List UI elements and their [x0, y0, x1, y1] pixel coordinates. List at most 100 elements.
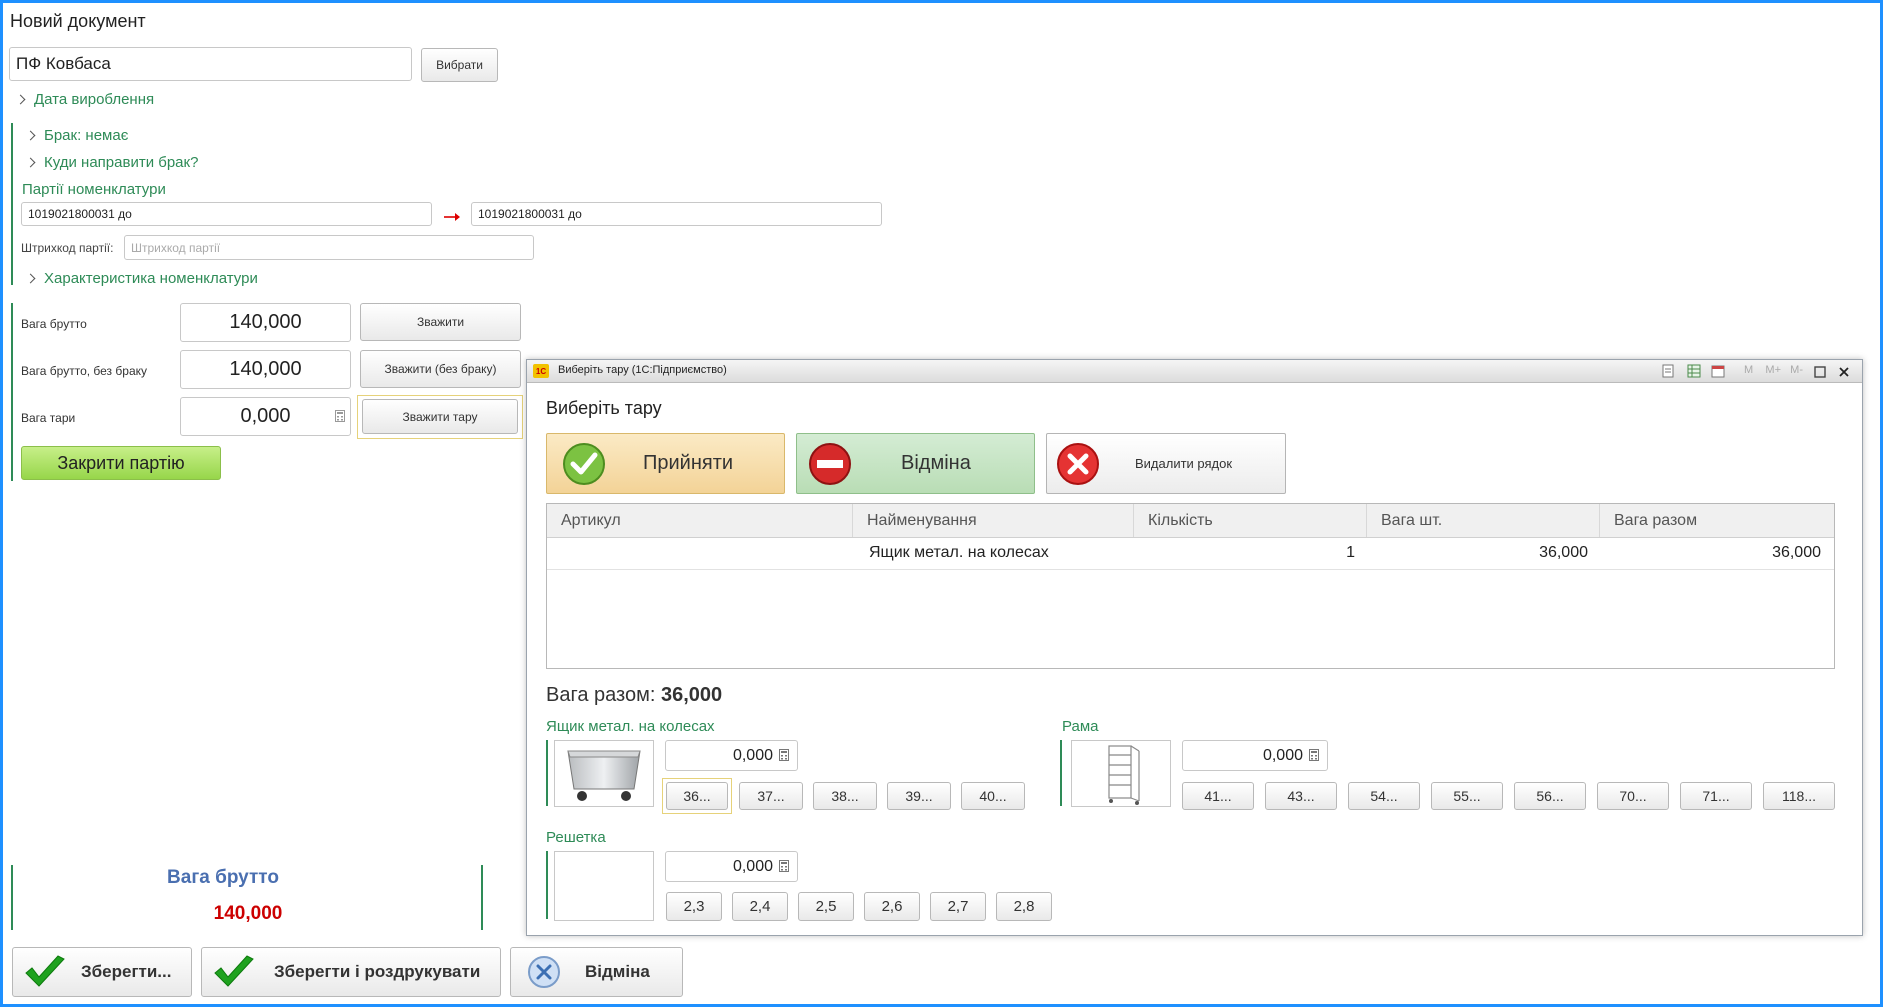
memory-plus[interactable]: M+: [1765, 364, 1781, 376]
tare-weight-field[interactable]: 0,000: [180, 397, 351, 436]
checkmark-icon: [214, 955, 254, 987]
col-name[interactable]: Найменування: [853, 504, 1134, 537]
check-circle-icon: [563, 442, 605, 485]
barcode-label: Штрихкод партії:: [21, 241, 114, 255]
tare-value: 0,000: [240, 405, 291, 427]
delete-icon: [1057, 442, 1099, 485]
group-divider: [11, 303, 13, 481]
grate-preset-3[interactable]: 2,5: [798, 892, 854, 921]
print-icon[interactable]: [1661, 364, 1675, 378]
memory-minus[interactable]: M-: [1790, 364, 1803, 376]
memory-buttons[interactable]: M M+ M-: [1744, 364, 1803, 376]
box-preset-1[interactable]: 36...: [666, 782, 728, 810]
box-preset-3[interactable]: 38...: [813, 782, 877, 810]
main-window: Новий документ ПФ Ковбаса Вибрати Дата в…: [0, 0, 1883, 1007]
cell-total-weight: 36,000: [1772, 544, 1821, 561]
frame-preset-1[interactable]: 41...: [1182, 782, 1254, 810]
weigh-button[interactable]: Зважити: [360, 303, 521, 341]
gross-weight-field[interactable]: 140,000: [180, 303, 351, 342]
col-article[interactable]: Артикул: [547, 504, 853, 537]
save-label: Зберегти...: [81, 962, 172, 981]
save-print-label: Зберегти і роздрукувати: [274, 962, 481, 981]
barcode-input[interactable]: Штрихкод партії: [124, 235, 534, 260]
frame-preset-7[interactable]: 71...: [1680, 782, 1752, 810]
cell-qty: 1: [1346, 544, 1355, 561]
weigh-tare-button[interactable]: Зважити тару: [362, 399, 518, 434]
delete-row-label: Видалити рядок: [1135, 456, 1233, 471]
batch-from-field[interactable]: 1019021800031 до: [21, 202, 432, 226]
group-divider: [11, 123, 13, 285]
grate-preset-5[interactable]: 2,7: [930, 892, 986, 921]
grate-preset-1[interactable]: 2,3: [666, 892, 722, 921]
frame-preset-2[interactable]: 43...: [1265, 782, 1337, 810]
gross-no-defect-field[interactable]: 140,000: [180, 350, 351, 389]
product-field[interactable]: ПФ Ковбаса: [9, 47, 412, 81]
frame-preset-4[interactable]: 55...: [1431, 782, 1503, 810]
group-grate-title: Решетка: [546, 829, 606, 846]
close-icon[interactable]: [1838, 365, 1850, 377]
page-title: Новий документ: [10, 11, 146, 31]
memory-m[interactable]: M: [1744, 364, 1753, 376]
cell-unit-weight: 36,000: [1539, 544, 1588, 561]
dialog-cancel-label: Відміна: [901, 452, 971, 474]
dialog-window-title: Виберіть тару (1С:Підприємство): [558, 364, 727, 376]
dialog-heading: Виберіть тару: [546, 398, 662, 418]
group-box-title: Ящик метал. на колесах: [546, 718, 715, 735]
grate-preset-2[interactable]: 2,4: [732, 892, 788, 921]
frame-preset-6[interactable]: 70...: [1597, 782, 1669, 810]
grate-image-placeholder: [554, 851, 654, 921]
tare-dialog: 1С Виберіть тару (1С:Підприємство) M M+ …: [526, 359, 1863, 936]
grate-preset-4[interactable]: 2,6: [864, 892, 920, 921]
col-unit-weight[interactable]: Вага шт.: [1367, 504, 1600, 537]
metal-box-image: [554, 740, 654, 807]
total-label: Вага разом:: [546, 684, 656, 706]
select-button[interactable]: Вибрати: [421, 48, 498, 82]
col-total-weight[interactable]: Вага разом: [1600, 504, 1834, 537]
save-print-button[interactable]: Зберегти і роздрукувати: [201, 947, 501, 997]
calculator-icon[interactable]: [777, 859, 791, 873]
stop-icon: [809, 442, 851, 485]
total-value: 36,000: [660, 684, 723, 706]
gross-label: Вага брутто: [21, 317, 87, 331]
batch-to-field[interactable]: 1019021800031 до: [471, 202, 882, 226]
app-logo-icon: 1С: [533, 364, 549, 378]
chevron-right-icon: [25, 157, 36, 168]
frame-preset-5[interactable]: 56...: [1514, 782, 1586, 810]
cell-article: [547, 537, 853, 569]
calculator-icon[interactable]: [777, 748, 791, 762]
weigh-no-defect-button[interactable]: Зважити (без браку): [360, 350, 521, 388]
date-section-label: Дата вироблення: [34, 91, 155, 108]
save-button[interactable]: Зберегти...: [12, 947, 192, 997]
dialog-cancel-button[interactable]: Відміна: [796, 433, 1035, 494]
group-frame-title: Рама: [1062, 718, 1099, 735]
frame-preset-8[interactable]: 118...: [1763, 782, 1835, 810]
cancel-button[interactable]: Відміна: [510, 947, 683, 997]
cancel-label: Відміна: [585, 962, 650, 981]
col-qty[interactable]: Кількість: [1134, 504, 1367, 537]
defect-direction-label: Куди направити брак?: [44, 154, 199, 171]
calendar-icon[interactable]: [1711, 364, 1725, 378]
box-preset-2[interactable]: 37...: [739, 782, 803, 810]
calculator-icon[interactable]: [1307, 748, 1321, 762]
box-preset-5[interactable]: 40...: [961, 782, 1025, 810]
frame-preset-3[interactable]: 54...: [1348, 782, 1420, 810]
characteristic-toggle[interactable]: Характеристика номенклатури: [25, 270, 258, 287]
dialog-titlebar[interactable]: 1С Виберіть тару (1С:Підприємство) M M+ …: [527, 360, 1862, 383]
summary-value: 140,000: [213, 903, 283, 924]
defect-section-toggle[interactable]: Брак: немає: [25, 127, 128, 144]
table-icon[interactable]: [1687, 364, 1701, 378]
chevron-right-icon: [25, 130, 36, 141]
box-preset-4[interactable]: 39...: [887, 782, 951, 810]
group-divider: [546, 851, 548, 919]
maximize-icon[interactable]: [1814, 365, 1826, 378]
accept-button[interactable]: Прийняти: [546, 433, 785, 494]
delete-row-button[interactable]: Видалити рядок: [1046, 433, 1286, 494]
calculator-icon[interactable]: [333, 409, 347, 423]
group-divider: [546, 740, 548, 806]
total-weight-line: Вага разом: 36,000: [546, 684, 722, 707]
close-batch-button[interactable]: Закрити партію: [21, 446, 221, 480]
summary-label: Вага брутто: [167, 867, 279, 888]
grate-preset-6[interactable]: 2,8: [996, 892, 1052, 921]
defect-direction-toggle[interactable]: Куди направити брак?: [25, 154, 199, 171]
date-section-toggle[interactable]: Дата вироблення: [15, 91, 155, 108]
